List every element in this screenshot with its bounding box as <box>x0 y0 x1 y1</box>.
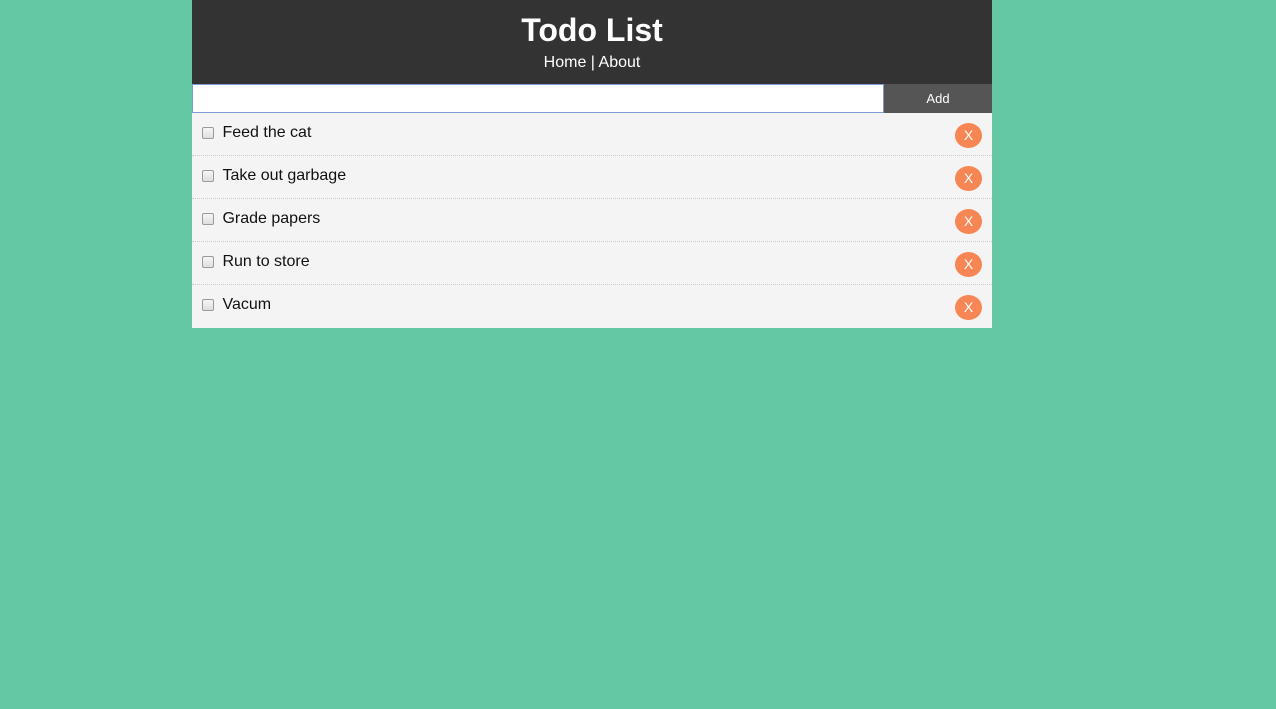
nav-home-link[interactable]: Home <box>544 54 587 71</box>
todo-title-input[interactable] <box>192 84 884 113</box>
todo-title: Grade papers <box>222 210 321 227</box>
todo-title: Vacum <box>222 296 272 313</box>
add-button[interactable]: Add <box>884 84 992 113</box>
todo-checkbox[interactable] <box>202 256 214 268</box>
delete-button[interactable]: X <box>955 252 982 277</box>
nav-about-link[interactable]: About <box>599 54 641 71</box>
delete-button[interactable]: X <box>955 123 982 148</box>
delete-button[interactable]: X <box>955 209 982 234</box>
add-todo-form: Add <box>192 84 992 113</box>
todo-item: Grade papers X <box>192 199 992 242</box>
delete-button[interactable]: X <box>955 295 982 320</box>
todo-item: Take out garbage X <box>192 156 992 199</box>
todo-item: Feed the cat X <box>192 113 992 156</box>
todo-title: Take out garbage <box>222 167 347 184</box>
nav-links: Home | About <box>192 51 992 75</box>
todo-app: Todo List Home | About Add Feed the cat … <box>192 0 992 328</box>
todo-title: Run to store <box>222 253 310 270</box>
todo-title: Feed the cat <box>222 124 312 141</box>
todo-checkbox[interactable] <box>202 127 214 139</box>
todo-list: Feed the cat X Take out garbage X Grade … <box>192 113 992 328</box>
todo-item: Run to store X <box>192 242 992 285</box>
delete-button[interactable]: X <box>955 166 982 191</box>
todo-item: Vacum X <box>192 285 992 328</box>
todo-checkbox[interactable] <box>202 213 214 225</box>
nav-separator: | <box>586 54 599 71</box>
app-header: Todo List Home | About <box>192 0 992 84</box>
todo-checkbox[interactable] <box>202 170 214 182</box>
page-title: Todo List <box>521 12 663 48</box>
todo-checkbox[interactable] <box>202 299 214 311</box>
